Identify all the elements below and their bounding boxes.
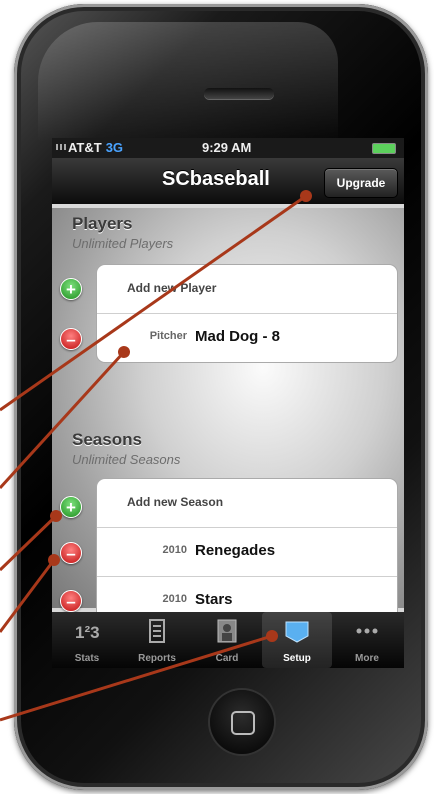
add-season-label: Add new Season bbox=[127, 495, 224, 509]
season-team: Renegades bbox=[195, 542, 276, 559]
tab-label: Setup bbox=[283, 653, 311, 664]
upgrade-button[interactable]: Upgrade bbox=[324, 168, 398, 198]
tab-card[interactable]: Card bbox=[192, 612, 262, 668]
tab-reports[interactable]: Reports bbox=[122, 612, 192, 668]
add-season-row[interactable]: Add new Season bbox=[97, 479, 397, 528]
add-player-label: Add new Player bbox=[127, 281, 217, 295]
numbers-icon: 1²3 bbox=[75, 623, 100, 642]
player-card-icon bbox=[217, 619, 237, 643]
tab-label: Card bbox=[215, 653, 239, 664]
delete-season-minus-icon[interactable]: – bbox=[60, 590, 82, 612]
tab-label: Reports bbox=[138, 653, 176, 664]
tab-stats[interactable]: 1²3 Stats bbox=[52, 612, 122, 668]
device-gloss bbox=[38, 22, 338, 142]
app-title: SCbaseball bbox=[162, 168, 270, 190]
app-screen: AT&T 3G 9:29 AM SCbaseball Upgrade Player… bbox=[52, 138, 404, 668]
navigation-bar: SCbaseball Upgrade bbox=[52, 158, 404, 204]
home-button[interactable] bbox=[210, 690, 274, 754]
signal-strength-icon bbox=[56, 144, 66, 150]
more-dots-icon bbox=[356, 628, 378, 634]
earpiece-speaker bbox=[204, 88, 274, 99]
svg-text:1²3: 1²3 bbox=[75, 623, 100, 642]
battery-icon bbox=[372, 143, 396, 154]
season-year: 2010 bbox=[162, 544, 187, 556]
seasons-section-title: Seasons bbox=[72, 430, 142, 449]
status-bar: AT&T 3G 9:29 AM bbox=[52, 138, 404, 158]
add-player-plus-icon[interactable]: + bbox=[60, 278, 82, 300]
player-row[interactable]: Pitcher Mad Dog - 8 bbox=[97, 314, 397, 362]
setup-icon bbox=[285, 621, 309, 643]
status-time: 9:29 AM bbox=[202, 140, 252, 155]
network-type: 3G bbox=[105, 140, 124, 155]
players-section-title: Players bbox=[72, 214, 133, 233]
season-row[interactable]: 2010 Renegades bbox=[97, 528, 397, 577]
tab-more[interactable]: More bbox=[332, 612, 402, 668]
delete-season-minus-icon[interactable]: – bbox=[60, 542, 82, 564]
add-season-plus-icon[interactable]: + bbox=[60, 496, 82, 518]
tab-label: Stats bbox=[74, 653, 100, 664]
carrier-name: AT&T 3G bbox=[68, 140, 124, 155]
document-icon bbox=[149, 619, 165, 643]
players-section-subtitle: Unlimited Players bbox=[72, 236, 174, 251]
player-name: Mad Dog - 8 bbox=[195, 328, 280, 345]
tab-bar: 1²3 Stats Reports Card Setup More bbox=[52, 612, 404, 668]
seasons-section-subtitle: Unlimited Seasons bbox=[72, 452, 181, 467]
season-year: 2010 bbox=[162, 593, 187, 605]
tab-label: More bbox=[355, 653, 379, 664]
season-team: Stars bbox=[195, 591, 233, 608]
add-player-row[interactable]: Add new Player bbox=[97, 265, 397, 314]
tab-setup[interactable]: Setup bbox=[262, 612, 332, 668]
home-square-icon bbox=[231, 711, 255, 735]
player-position: Pitcher bbox=[149, 330, 187, 342]
players-group: Add new Player Pitcher Mad Dog - 8 bbox=[96, 264, 398, 363]
seasons-group: Add new Season 2010 Renegades 2010 Stars bbox=[96, 478, 398, 626]
delete-player-minus-icon[interactable]: – bbox=[60, 328, 82, 350]
